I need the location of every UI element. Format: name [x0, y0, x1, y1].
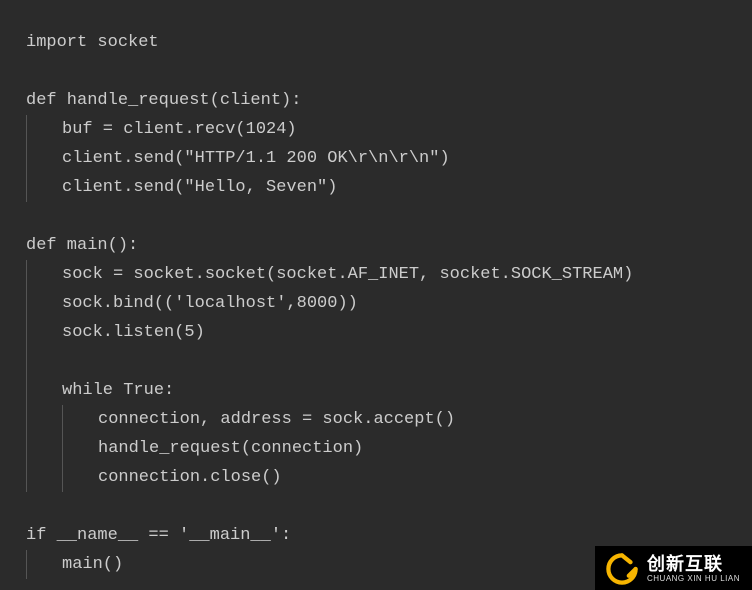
code-block: import socket def handle_request(client)… [0, 0, 752, 579]
code-text: client.send("HTTP/1.1 200 OK\r\n\r\n") [62, 144, 450, 173]
watermark-logo-icon [605, 552, 639, 586]
code-line: client.send("Hello, Seven") [26, 173, 752, 202]
code-line: sock.listen(5) [26, 318, 752, 347]
watermark-subtitle: CHUANG XIN HU LIAN [647, 575, 740, 584]
code-line [26, 347, 752, 376]
code-text: main() [62, 550, 123, 579]
code-line: sock = socket.socket(socket.AF_INET, soc… [26, 260, 752, 289]
code-line [26, 202, 752, 231]
code-text: def main(): [26, 231, 138, 260]
code-text: import socket [26, 28, 159, 57]
code-line [26, 492, 752, 521]
code-text: sock.listen(5) [62, 318, 205, 347]
code-text: sock.bind(('localhost',8000)) [62, 289, 358, 318]
code-line: import socket [26, 28, 752, 57]
code-text: if __name__ == '__main__': [26, 521, 291, 550]
code-line: buf = client.recv(1024) [26, 115, 752, 144]
code-text: def handle_request(client): [26, 86, 301, 115]
code-line: def handle_request(client): [26, 86, 752, 115]
code-line [26, 57, 752, 86]
code-text: connection, address = sock.accept() [98, 405, 455, 434]
watermark-badge: 创新互联 CHUANG XIN HU LIAN [595, 546, 752, 590]
code-line: def main(): [26, 231, 752, 260]
code-text: client.send("Hello, Seven") [62, 173, 337, 202]
code-text [62, 347, 72, 376]
code-line: sock.bind(('localhost',8000)) [26, 289, 752, 318]
code-text: connection.close() [98, 463, 282, 492]
code-line: while True: [26, 376, 752, 405]
code-text: while True: [62, 376, 174, 405]
code-text: sock = socket.socket(socket.AF_INET, soc… [62, 260, 633, 289]
code-line: handle_request(connection) [26, 434, 752, 463]
code-line: client.send("HTTP/1.1 200 OK\r\n\r\n") [26, 144, 752, 173]
code-text: handle_request(connection) [98, 434, 363, 463]
watermark-title: 创新互联 [647, 555, 740, 575]
code-line: connection.close() [26, 463, 752, 492]
code-line: connection, address = sock.accept() [26, 405, 752, 434]
code-text: buf = client.recv(1024) [62, 115, 297, 144]
